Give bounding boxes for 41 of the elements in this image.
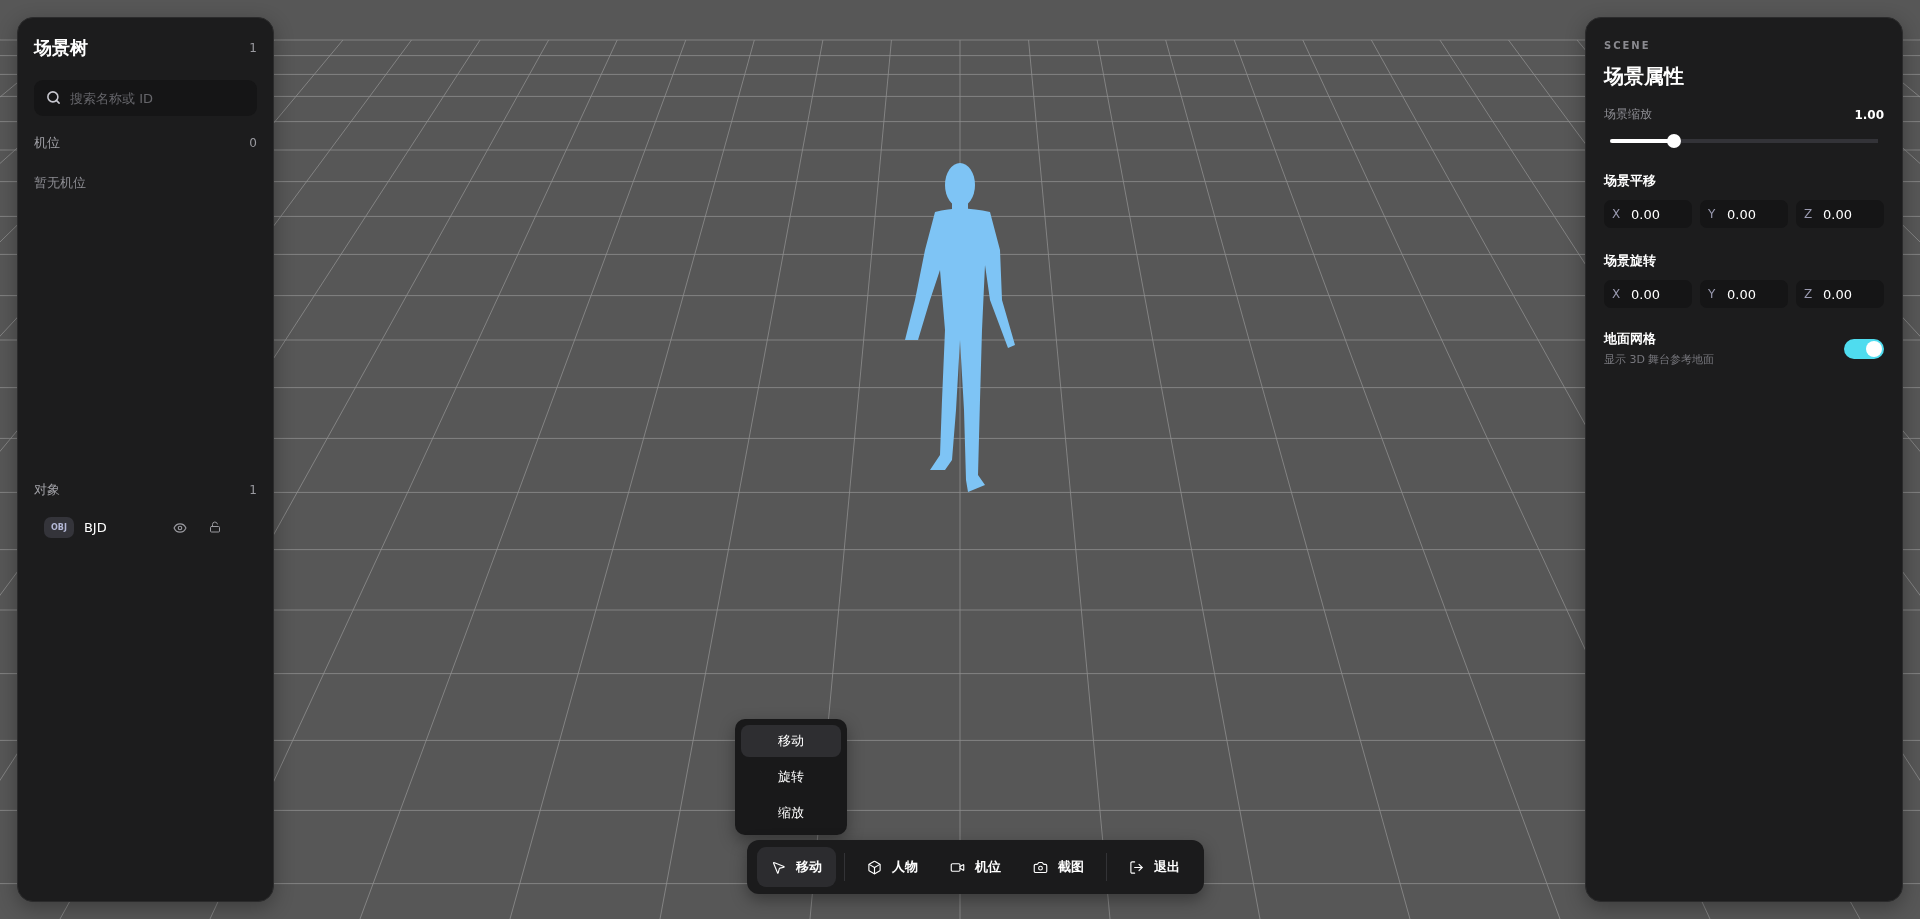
pointer-icon [771,859,786,875]
toolbar-button[interactable]: 截图 [1019,847,1098,887]
section-count: 0 [249,136,257,150]
menu-item[interactable]: 缩放 [741,797,841,829]
axis-label: X [1612,287,1621,301]
search-field[interactable]: 搜索名称或 ID [34,80,257,116]
camera-icon [1033,859,1048,875]
exit-icon [1129,859,1144,875]
object-row[interactable]: OBJ BJD [34,513,257,542]
axis-label: Y [1708,207,1716,221]
grid-toggle[interactable] [1844,338,1884,359]
axis-label: Y [1708,287,1716,301]
object-type-badge: OBJ [44,517,74,538]
axis-label: Z [1804,287,1813,301]
slider-value: 1.00 [1854,107,1884,122]
group-title: 场景旋转 [1604,252,1657,270]
toolbar-button[interactable]: 退出 [1115,847,1194,887]
search-icon [46,90,61,105]
lock-icon[interactable] [209,520,221,533]
axis-label: Z [1804,207,1813,221]
toolbar-button[interactable]: 移动 [757,847,836,887]
panel-title: 场景树 [34,36,88,60]
group-title: 场景平移 [1604,172,1657,190]
section-count: 1 [249,483,257,497]
toolbar-button[interactable]: 机位 [936,847,1015,887]
cube-icon [867,859,882,875]
section-title: 机位 [34,134,60,152]
toggle-description: 显示 3D 舞台参考地面 [1604,352,1715,367]
empty-text: 暂无机位 [34,174,87,192]
menu-item[interactable]: 移动 [741,725,841,757]
slider-label: 场景缩放 [1604,106,1652,123]
section-title: 对象 [34,481,60,499]
item-count: 1 [249,41,257,55]
panel-eyebrow: SCENE [1604,40,1652,51]
slider-thumb[interactable] [1667,134,1682,148]
panel-title: 场景属性 [1604,63,1685,90]
toolbar-button[interactable]: 人物 [853,847,932,887]
menu-item[interactable]: 旋转 [741,761,841,793]
eye-icon[interactable] [173,520,187,535]
toggle-label: 地面网格 [1604,330,1657,348]
axis-label: X [1612,207,1621,221]
